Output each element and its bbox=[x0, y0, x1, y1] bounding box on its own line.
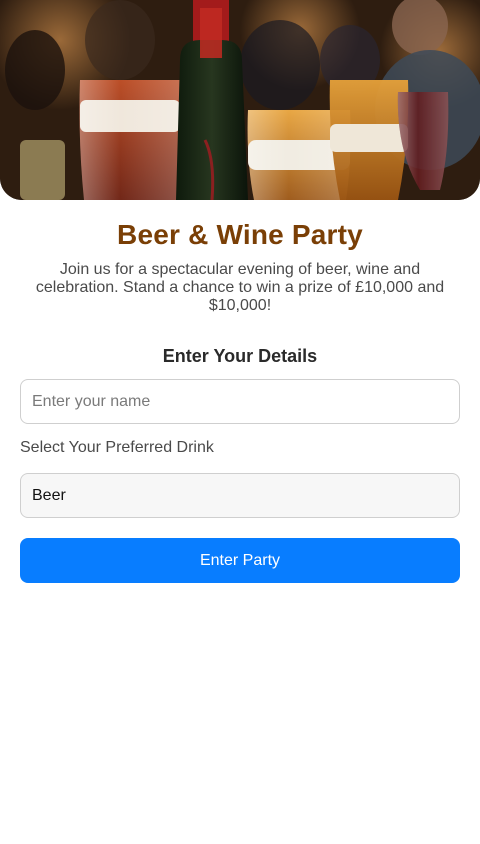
name-input[interactable] bbox=[20, 379, 460, 424]
drink-select-value: Beer bbox=[32, 486, 66, 504]
drink-select[interactable]: Beer bbox=[20, 473, 460, 518]
page-title: Beer & Wine Party bbox=[117, 219, 363, 250]
event-description: Join us for a spectacular evening of bee… bbox=[35, 261, 445, 314]
party-drinks-illustration bbox=[0, 0, 480, 200]
hero-image bbox=[0, 0, 480, 200]
drink-label: Select Your Preferred Drink bbox=[20, 439, 214, 456]
enter-party-button[interactable]: Enter Party bbox=[20, 538, 460, 583]
form-heading: Enter Your Details bbox=[162, 346, 318, 366]
